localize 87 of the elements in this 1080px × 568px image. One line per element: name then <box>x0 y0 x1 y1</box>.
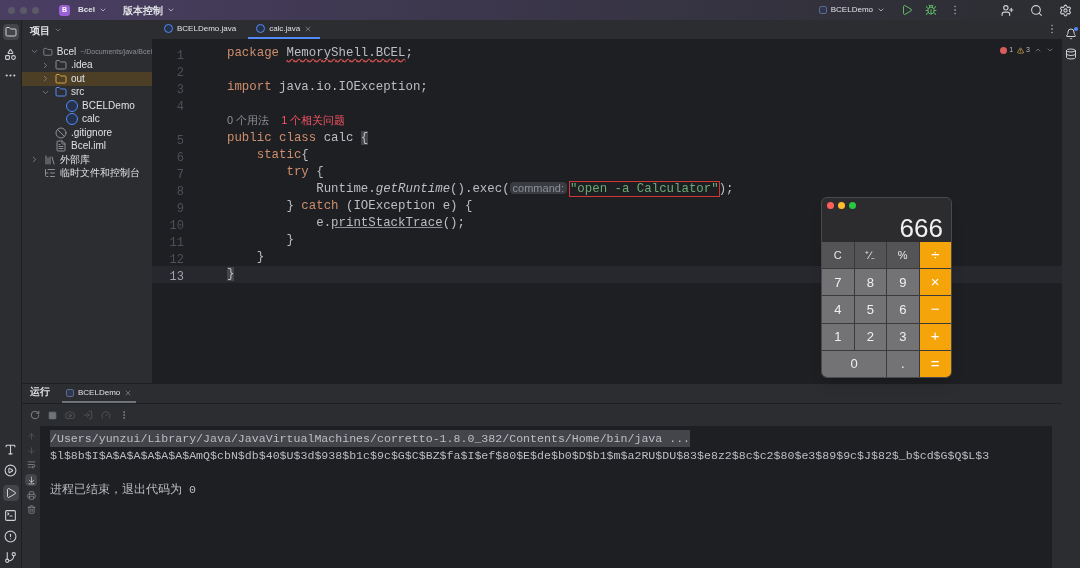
git-icon[interactable] <box>4 551 17 564</box>
calculator-key[interactable]: 7 <box>822 269 854 296</box>
close-icon[interactable] <box>304 24 313 33</box>
search-icon[interactable] <box>1030 3 1043 17</box>
editor-tab[interactable]: BCELDemo.java <box>156 20 245 39</box>
file-icon <box>55 140 67 153</box>
code-line: try { <box>285 164 324 182</box>
panel-title[interactable]: 项目 <box>30 22 50 38</box>
database-icon[interactable] <box>1065 48 1077 60</box>
code-line: e.printStackTrace(); <box>315 215 465 233</box>
tree-item[interactable]: src <box>22 85 152 99</box>
project-selector[interactable]: Bcel <box>78 4 107 16</box>
wrap-icon[interactable] <box>26 460 36 469</box>
console-output: 进程已结束，退出代码为 0 <box>50 481 196 498</box>
folder-icon <box>55 72 67 85</box>
calculator-key[interactable]: 4 <box>822 296 854 323</box>
tree-item[interactable]: 临时文件和控制台 <box>22 166 152 180</box>
run-icon[interactable] <box>901 4 913 16</box>
calculator-key[interactable]: . <box>887 350 919 377</box>
vcs-menu[interactable]: 版本控制 <box>122 2 175 18</box>
code-line: import java.io.IOException; <box>227 79 428 97</box>
tree-item[interactable]: out <box>22 72 152 86</box>
line-number: 13 <box>169 269 184 284</box>
close-icon[interactable] <box>124 389 133 397</box>
calculator-key[interactable]: 6 <box>887 296 919 323</box>
class-icon <box>66 99 78 112</box>
project-tool-icon[interactable] <box>2 24 19 40</box>
code-line: static{ <box>255 147 309 165</box>
calculator-key[interactable]: 3 <box>887 323 919 350</box>
print-icon[interactable] <box>26 491 36 500</box>
code-line: public class calc { <box>227 130 369 148</box>
tree-item[interactable]: .gitignore <box>22 126 152 140</box>
ignore-file-icon <box>55 126 67 139</box>
calculator-key[interactable]: 9 <box>887 269 919 296</box>
add-user-icon[interactable] <box>1001 3 1014 17</box>
code-line: Runtime.getRuntime().exec( command: "open -a Calculator"); <box>315 181 734 199</box>
trash-icon[interactable] <box>26 505 36 514</box>
scratch-icon <box>44 167 56 180</box>
code-line: package MemoryShell.BCEL; <box>227 45 413 63</box>
calculator-key[interactable]: C <box>822 242 854 269</box>
caret-icon[interactable] <box>98 6 107 14</box>
debug-icon[interactable] <box>925 4 937 16</box>
class-icon <box>66 113 78 126</box>
run-config-selector[interactable]: BCELDemo <box>818 4 885 16</box>
tree-item[interactable]: Bcel.iml <box>22 139 152 153</box>
caret-icon[interactable] <box>877 6 885 14</box>
tree-item[interactable]: calc <box>22 112 152 126</box>
tree-item[interactable]: 外部库 <box>22 153 152 167</box>
calculator-key[interactable]: 0 <box>822 350 886 377</box>
dropdown-caret-icon[interactable] <box>54 26 62 34</box>
minimize-window-control[interactable] <box>838 202 845 209</box>
calculator-key[interactable]: 1 <box>822 323 854 350</box>
code-line: } <box>285 232 294 250</box>
text-tool-icon[interactable] <box>4 443 17 456</box>
calculator-key[interactable]: ⁺∕₋ <box>854 242 886 269</box>
structure-icon[interactable] <box>4 48 17 61</box>
tree-item[interactable]: .idea <box>22 58 152 72</box>
calculator-key[interactable]: 2 <box>854 323 886 350</box>
module-folder-icon <box>43 45 53 58</box>
settings-icon[interactable] <box>1059 3 1072 17</box>
stop-icon[interactable] <box>48 410 57 420</box>
notifications-icon[interactable] <box>1065 28 1077 40</box>
run-tab[interactable]: BCELDemo <box>62 385 137 403</box>
console-output: $l$8b$I$A$A$A$A$A$A$AmQ$cbN$db$40$U$3d$938$b1c$9c$G$C$BZ$fa$I$ef$80$E$de$b0$D$b1$m$a2RU$DU$83$e8z2$8c$c2$80$e3$89$9c$J$82$_b$cd$G$Q$L$3 <box>50 447 990 464</box>
services-icon[interactable] <box>4 464 17 477</box>
scroll-end-icon[interactable] <box>25 474 37 486</box>
console-command: /Users/yunzui/Library/Java/JavaVirtualMachines/corretto-1.8.0_382/Contents/Home/bin/java ... <box>50 429 691 448</box>
calculator-display: 666 <box>899 215 943 241</box>
terminal-icon[interactable] <box>4 509 17 522</box>
calculator-key[interactable]: % <box>887 242 919 269</box>
library-icon <box>44 153 56 166</box>
zoom-window-control[interactable] <box>849 202 856 209</box>
problems-icon[interactable] <box>4 530 17 543</box>
folder-icon <box>55 86 67 99</box>
caret-icon[interactable] <box>166 6 175 14</box>
code-line: } catch (IOException e) { <box>285 198 473 216</box>
folder-icon <box>55 59 67 72</box>
code-line: } <box>255 249 265 267</box>
calculator-key[interactable]: 5 <box>854 296 886 323</box>
run-tool-icon[interactable] <box>2 485 19 501</box>
panel-title: 运行 <box>30 385 50 399</box>
close-window-control[interactable] <box>827 202 834 209</box>
rerun-icon[interactable] <box>30 410 40 420</box>
tree-item[interactable]: BCELDemo <box>22 99 152 113</box>
editor-tab[interactable]: calc.java <box>248 20 321 39</box>
calculator-key[interactable]: 8 <box>854 269 886 296</box>
inlay-hint: 0 个用法 1 个相关问题 <box>227 113 346 129</box>
